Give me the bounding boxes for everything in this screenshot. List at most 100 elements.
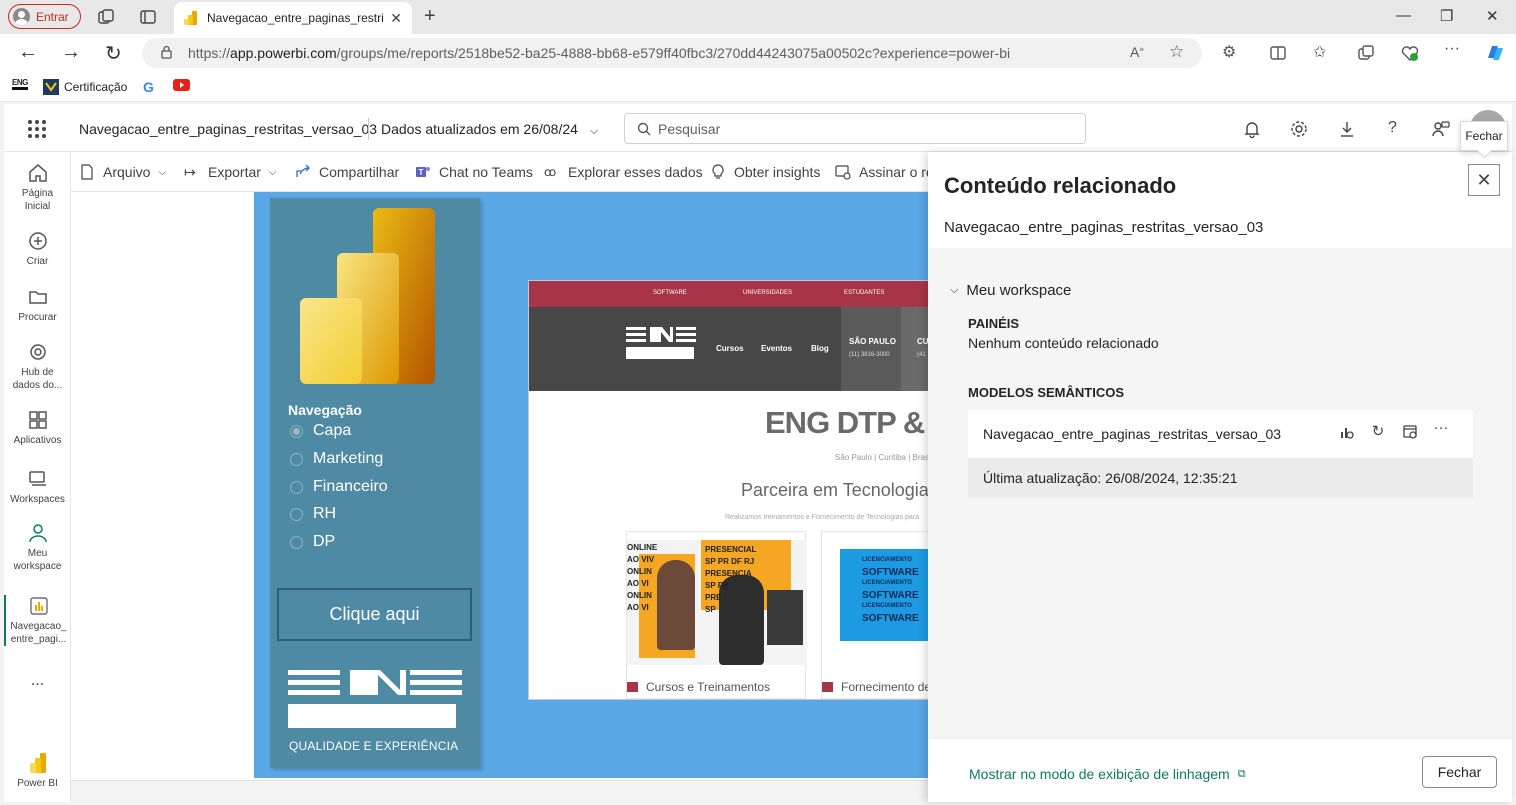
notifications-icon[interactable] (1242, 119, 1262, 139)
browser-essentials-icon[interactable] (1401, 44, 1419, 62)
browser-tab-bar: Entrar Navegacao_entre_paginas_restritas… (0, 0, 1516, 34)
page-option-dp[interactable]: DP (290, 533, 335, 551)
favorite-certificacao-label: Certificação (64, 80, 128, 94)
nav-browse[interactable]: Procurar (4, 286, 71, 324)
header-divider (368, 118, 369, 140)
tab-close-icon[interactable]: ✕ (390, 10, 402, 27)
dashboards-heading: PAINÉIS (968, 316, 1020, 331)
reload-icon[interactable]: ↻ (105, 41, 122, 66)
forward-icon[interactable]: → (61, 41, 81, 64)
page-option-capa[interactable]: Capa (290, 422, 351, 440)
download-icon[interactable] (1337, 119, 1357, 139)
split-screen-icon[interactable] (1269, 44, 1287, 62)
favorite-certificacao[interactable]: Certificação (43, 79, 127, 95)
data-refreshed-label: Dados atualizados em 26/08/24 (381, 121, 578, 137)
teams-chat-button[interactable]: T Chat no Teams (415, 164, 533, 180)
export-menu-label: Exportar (208, 164, 261, 180)
website-city-block: SÃO PAULO (11) 3816-3000 (841, 307, 901, 391)
teams-icon: T (416, 167, 430, 177)
semantic-model-updated-text: Última atualização: 26/08/2024, 12:35:21 (983, 470, 1238, 486)
card-marker-icon (627, 682, 638, 692)
nav-home[interactable]: Página Inicial (4, 162, 71, 213)
minimize-icon[interactable]: — (1396, 7, 1411, 24)
copilot-icon[interactable] (1484, 42, 1506, 64)
subscribe-button[interactable]: Assinar o re (835, 164, 934, 180)
radio-icon (290, 452, 303, 466)
extensions-icon[interactable]: ⚙ (1222, 42, 1240, 61)
nav-powerbi-brand[interactable]: Power BI (4, 752, 71, 790)
workspaces-icon (28, 471, 46, 486)
panel-close-button[interactable]: ✕ (1468, 164, 1500, 196)
panel-footer: Mostrar no modo de exibição de linhagem … (928, 738, 1512, 802)
favorites-icon[interactable]: ✩ (1313, 42, 1331, 61)
nav-create[interactable]: Criar (4, 230, 71, 268)
youtube-icon (173, 79, 190, 91)
workspace-group-toggle[interactable]: ⌵ Meu workspace (950, 282, 1071, 299)
search-icon (637, 122, 651, 135)
window-close-icon[interactable]: ✕ (1486, 7, 1499, 25)
page-option-label: Capa (313, 422, 352, 439)
lock-icon[interactable] (161, 45, 172, 59)
search-input[interactable]: Pesquisar (624, 113, 1086, 144)
radio-icon (290, 480, 303, 494)
card-label-fornecimento: Fornecimento de (822, 680, 931, 694)
website-card-fornecimento: LICENCIAMENTO SOFTWARE LICENCIAMENTO SOF… (821, 531, 931, 699)
nav-report[interactable]: Navegacao_ entre_pagi... (4, 595, 71, 646)
read-aloud-icon[interactable]: A» (1130, 44, 1148, 62)
tab-active[interactable]: Navegacao_entre_paginas_restritas_versao… (174, 2, 412, 34)
more-icon[interactable]: ... (4, 673, 71, 689)
favorite-eng[interactable]: ENG (12, 79, 28, 90)
radio-icon (290, 535, 303, 549)
back-icon[interactable]: ← (18, 41, 38, 64)
report-page: Navegação Capa Marketing Financeiro RH D… (254, 192, 931, 778)
page-option-marketing[interactable]: Marketing (290, 450, 383, 468)
google-icon: G (143, 79, 154, 95)
nav-data-hub[interactable]: Hub de dados do... (4, 341, 71, 392)
new-tab-icon[interactable]: + (424, 5, 436, 28)
schedule-refresh-icon[interactable] (1402, 424, 1418, 440)
help-icon[interactable]: ? (1388, 119, 1408, 139)
lineage-view-link[interactable]: Mostrar no modo de exibição de linhagem … (969, 766, 1246, 782)
share-button[interactable]: Compartilhar (295, 164, 399, 180)
nav-report-label: Navegacao_ entre_pagi... (10, 621, 67, 645)
favorite-youtube[interactable] (173, 79, 190, 91)
maximize-icon[interactable]: ❐ (1440, 7, 1453, 25)
app-launcher-icon[interactable] (28, 120, 46, 138)
nav-browse-label: Procurar (18, 312, 57, 323)
address-bar-row: ← → ↻ https://app.powerbi.com/groups/me/… (0, 34, 1516, 72)
more-options-icon[interactable]: ··· (1433, 420, 1449, 436)
report-name[interactable]: Navegacao_entre_paginas_restritas_versao… (79, 121, 377, 137)
explore-data-button[interactable]: ꝏ Explorar esses dados (544, 164, 703, 180)
favorite-google[interactable]: G (143, 79, 154, 95)
dashboards-empty-text: Nenhum conteúdo relacionado (968, 335, 1159, 351)
clique-aqui-button[interactable]: Clique aqui (277, 588, 472, 641)
collections-icon[interactable] (1357, 44, 1375, 62)
nav-my-workspace[interactable]: Meu workspace (4, 522, 71, 573)
get-insights-button[interactable]: Obter insights (710, 164, 820, 180)
website-menu-item: Eventos (761, 344, 793, 353)
page-option-rh[interactable]: RH (290, 505, 336, 523)
url-field[interactable]: https://app.powerbi.com/groups/me/report… (142, 38, 1202, 68)
favorites-bar: ENG Certificação G (0, 72, 1516, 102)
semantic-model-name[interactable]: Navegacao_entre_paginas_restritas_versao… (983, 426, 1281, 442)
more-menu-icon[interactable]: ··· (1444, 40, 1462, 58)
workspaces-browser-icon[interactable] (97, 8, 115, 26)
profile-button[interactable]: Entrar (8, 4, 81, 29)
tab-actions-icon[interactable] (139, 8, 157, 26)
refresh-icon[interactable]: ↻ (1370, 424, 1386, 440)
favorite-star-icon[interactable]: ☆ (1169, 42, 1187, 61)
search-placeholder: Pesquisar (658, 120, 721, 137)
radio-icon (290, 507, 303, 521)
export-menu[interactable]: ↦ Exportar ⌵ (184, 164, 277, 180)
data-refreshed-dropdown[interactable]: Dados atualizados em 26/08/24 ⌵ (381, 121, 598, 138)
semantic-model-row[interactable]: Navegacao_entre_paginas_restritas_versao… (968, 410, 1473, 458)
nav-apps[interactable]: Aplicativos (4, 409, 71, 447)
settings-gear-icon[interactable] (1289, 119, 1309, 139)
page-option-financeiro[interactable]: Financeiro (290, 478, 388, 496)
feedback-icon[interactable] (1431, 119, 1451, 139)
file-menu[interactable]: Arquivo ⌵ (79, 164, 166, 180)
create-report-icon[interactable] (1339, 424, 1355, 440)
explore-data-label: Explorar esses dados (568, 164, 703, 180)
close-button[interactable]: Fechar (1422, 756, 1497, 788)
nav-workspaces[interactable]: Workspaces (4, 468, 71, 506)
